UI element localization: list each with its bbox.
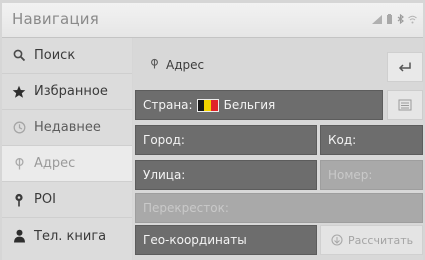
- sidebar-item-search[interactable]: Поиск: [2, 38, 132, 74]
- sidebar-item-label: POI: [34, 192, 56, 207]
- crossing-field[interactable]: Перекресток:: [135, 193, 423, 223]
- belgium-flag-icon: [196, 98, 219, 112]
- sidebar-item-label: Избранное: [34, 84, 108, 99]
- postcode-field[interactable]: Код:: [320, 125, 423, 155]
- house-number-field[interactable]: Номер:: [320, 160, 423, 190]
- sidebar-item-phonebook[interactable]: Тел. книга: [2, 218, 132, 254]
- back-arrow-icon: [397, 58, 413, 77]
- back-button[interactable]: [387, 52, 423, 82]
- app-title: Навигация: [12, 10, 99, 28]
- search-icon: [11, 48, 27, 64]
- country-value: Бельгия: [223, 98, 276, 112]
- sidebar-item-label: Адрес: [34, 156, 76, 171]
- city-label: Город:: [143, 133, 185, 147]
- flag-stripe-yellow: [204, 99, 211, 111]
- city-field[interactable]: Город:: [135, 125, 317, 155]
- star-icon: [11, 84, 27, 100]
- crossing-label: Перекресток:: [143, 201, 229, 215]
- wifi-icon: [408, 15, 417, 27]
- calculate-icon: [331, 231, 343, 250]
- sidebar-item-label: Недавнее: [34, 120, 101, 135]
- bluetooth-icon: [397, 13, 404, 27]
- panel-title: Адрес: [149, 58, 204, 72]
- flag-stripe-black: [197, 99, 205, 111]
- list-icon: [398, 96, 412, 115]
- sidebar-item-label: Тел. книга: [34, 228, 107, 244]
- navigation-screen: Навигация Поиск Избранное Недавнее Адрес…: [0, 0, 425, 260]
- title-bar: Навигация: [2, 3, 423, 38]
- geo-coordinates-label: Гео-координаты: [143, 233, 247, 247]
- sidebar: Поиск Избранное Недавнее Адрес POI Тел. …: [2, 38, 132, 260]
- address-panel: Адрес Страна: Бельгия Город: Код: Улица:…: [133, 38, 423, 260]
- house-number-label: Номер:: [328, 168, 373, 182]
- geo-coordinates-button[interactable]: Гео-координаты: [135, 225, 317, 255]
- signal-icon: [372, 14, 382, 27]
- panel-header: Адрес: [133, 52, 423, 84]
- country-label: Страна:: [143, 98, 193, 112]
- address-pin-icon: [149, 58, 160, 72]
- sidebar-item-label: Поиск: [34, 48, 76, 63]
- sidebar-item-poi[interactable]: POI: [2, 182, 132, 218]
- status-bar: [372, 13, 417, 27]
- street-field[interactable]: Улица:: [135, 160, 317, 190]
- sidebar-item-address[interactable]: Адрес: [2, 146, 132, 182]
- list-button[interactable]: [387, 90, 423, 120]
- battery-icon: [386, 14, 393, 27]
- address-pin-icon: [11, 156, 27, 172]
- panel-title-text: Адрес: [166, 58, 205, 72]
- calculate-label: Рассчитать: [348, 233, 414, 247]
- clock-icon: [11, 120, 27, 136]
- sidebar-item-favorites[interactable]: Избранное: [2, 74, 132, 110]
- person-icon: [11, 228, 27, 244]
- street-label: Улица:: [143, 168, 186, 182]
- poi-pin-icon: [11, 192, 27, 208]
- sidebar-item-recent[interactable]: Недавнее: [2, 110, 132, 146]
- country-field[interactable]: Страна: Бельгия: [135, 90, 383, 120]
- postcode-label: Код:: [328, 133, 357, 147]
- flag-stripe-red: [210, 99, 218, 111]
- calculate-route-button[interactable]: Рассчитать: [320, 225, 423, 255]
